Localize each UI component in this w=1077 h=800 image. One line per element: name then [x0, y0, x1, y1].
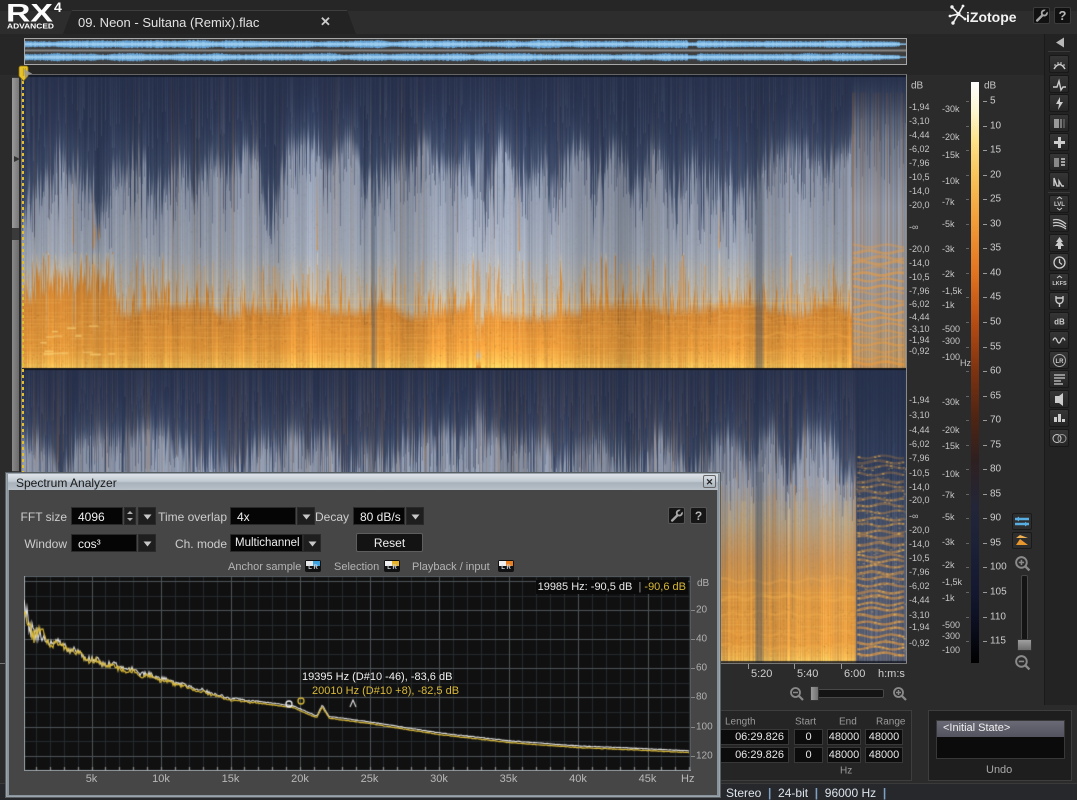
svg-text:iZotope: iZotope	[966, 9, 1017, 25]
svg-text:dB: dB	[1054, 317, 1065, 326]
svg-text:LVL: LVL	[1054, 202, 1065, 208]
svg-text:4: 4	[54, 0, 62, 15]
svg-text:LKFS: LKFS	[1052, 281, 1067, 287]
svg-text:ADVANCED: ADVANCED	[7, 22, 55, 31]
svg-text:LR: LR	[1056, 359, 1065, 365]
